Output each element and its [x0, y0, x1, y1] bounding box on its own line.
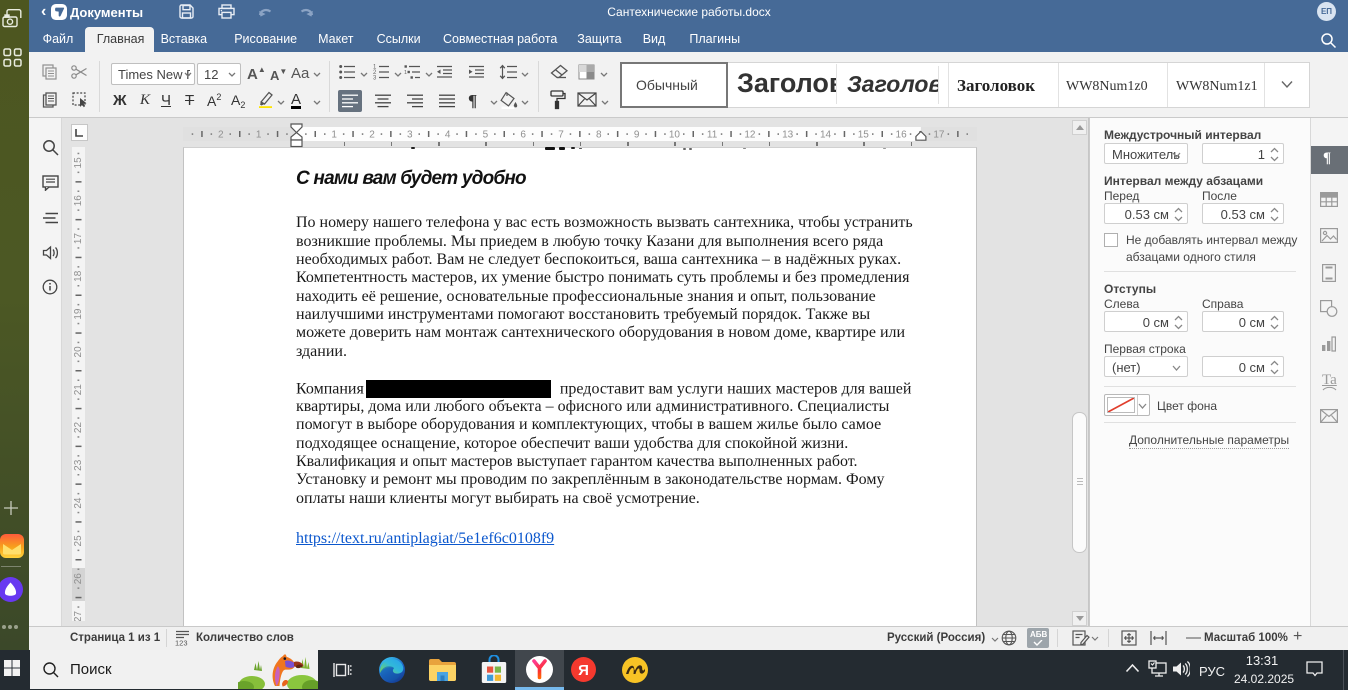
svg-text:27: 27	[73, 611, 84, 621]
svg-text:5: 5	[483, 130, 489, 141]
svg-text:16: 16	[896, 130, 908, 141]
svg-text:2: 2	[369, 130, 375, 141]
svg-text:7: 7	[558, 130, 564, 141]
svg-text:1: 1	[331, 130, 337, 141]
svg-text:13: 13	[782, 130, 794, 141]
svg-text:16: 16	[73, 195, 84, 207]
svg-text:26: 26	[73, 573, 84, 585]
svg-text:18: 18	[73, 270, 84, 282]
svg-text:20: 20	[73, 346, 84, 358]
svg-text:1: 1	[256, 130, 262, 141]
svg-text:10: 10	[669, 130, 681, 141]
svg-text:11: 11	[707, 130, 718, 141]
svg-text:17: 17	[73, 233, 84, 245]
svg-text:24: 24	[73, 497, 84, 509]
svg-text:6: 6	[520, 130, 526, 141]
svg-text:3: 3	[407, 130, 413, 141]
svg-text:3: 3	[373, 76, 377, 80]
svg-text:22: 22	[73, 422, 84, 434]
svg-text:23: 23	[73, 459, 84, 471]
svg-text:4: 4	[445, 130, 451, 141]
svg-text:2: 2	[218, 130, 224, 141]
svg-text:15: 15	[858, 130, 870, 141]
svg-text:1: 1	[404, 70, 407, 76]
svg-text:Я: Я	[578, 662, 589, 679]
svg-text:12: 12	[744, 130, 756, 141]
svg-text:8: 8	[596, 130, 602, 141]
svg-text:15: 15	[73, 157, 84, 169]
svg-text:21: 21	[73, 384, 84, 396]
svg-text:14: 14	[820, 130, 832, 141]
svg-text:17: 17	[933, 130, 945, 141]
svg-text:9: 9	[634, 130, 640, 141]
svg-text:25: 25	[73, 535, 84, 547]
svg-text:123: 123	[175, 639, 188, 647]
svg-text:19: 19	[73, 308, 84, 320]
